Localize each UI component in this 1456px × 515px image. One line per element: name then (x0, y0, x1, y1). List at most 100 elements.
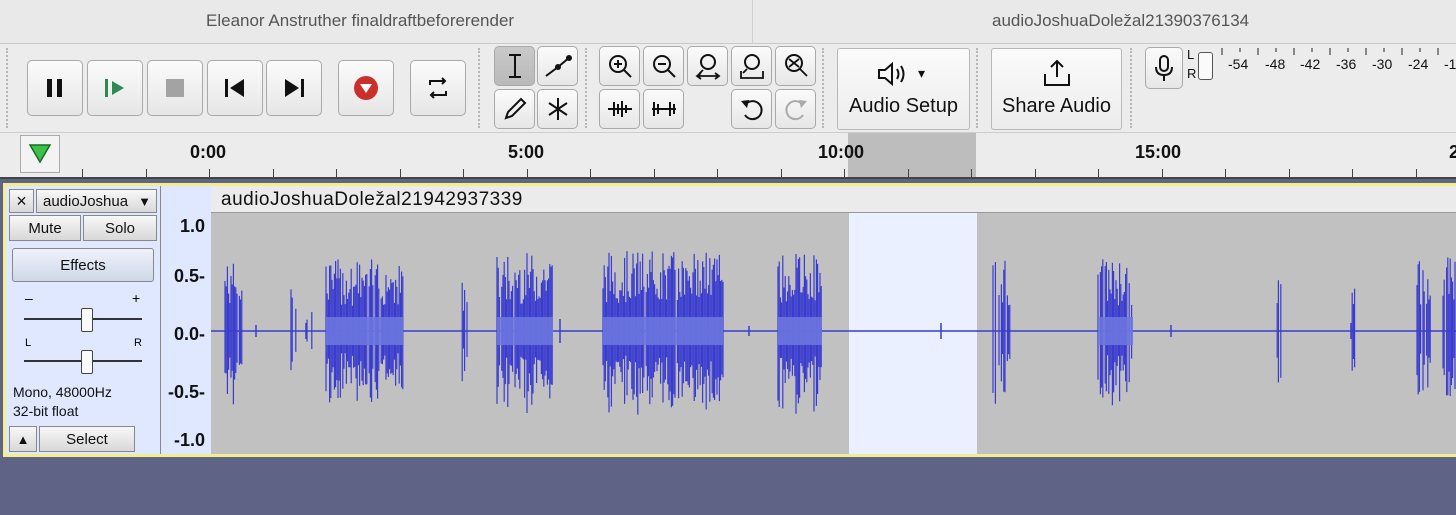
timeline-label: 2 (1449, 142, 1456, 162)
timeline-tick (527, 169, 528, 177)
gain-slider[interactable] (24, 308, 142, 332)
pan-right-label: R (134, 337, 142, 349)
skip-to-end-button[interactable] (266, 60, 322, 116)
undo-button[interactable] (731, 89, 772, 129)
zoom-in-button[interactable] (599, 46, 640, 86)
timeline-label: 10:00 (818, 142, 865, 162)
envelope-tool-button[interactable] (537, 46, 578, 86)
amplitude-scale: 1.0 0.5- 0.0- -0.5- -1.0 (161, 186, 212, 454)
share-icon (1044, 59, 1070, 86)
track-name: audioJoshua (43, 193, 129, 210)
trim-audio-icon (607, 101, 632, 117)
timeline-tick (844, 169, 845, 177)
track-format-info: Mono, 48000Hz (13, 384, 112, 400)
ruler-selection-highlight (848, 133, 976, 177)
play-button[interactable] (87, 60, 143, 116)
zoom-out-button[interactable] (643, 46, 684, 86)
trim-button[interactable] (599, 89, 640, 129)
audio-setup-button[interactable]: ▾ Audio Setup (837, 48, 970, 130)
loop-button[interactable] (410, 60, 466, 116)
timeline-ruler[interactable]: 0:00 5:00 10:00 15:00 2 (0, 133, 1456, 179)
toolbar-grip[interactable] (822, 48, 830, 128)
envelope-icon (544, 55, 572, 77)
timeline-tick (146, 169, 147, 177)
meter-tick-label: -54 (1228, 56, 1249, 72)
toolbar: ▾ Audio Setup Share Audio L R -54 -48 -4… (0, 44, 1456, 133)
timeline-tick (654, 169, 655, 177)
selection-tool-button[interactable] (494, 46, 535, 86)
silence-audio-icon (651, 102, 676, 116)
skip-to-start-button[interactable] (207, 60, 263, 116)
share-audio-button[interactable]: Share Audio (991, 48, 1122, 130)
stop-button[interactable] (147, 60, 203, 116)
silence-button[interactable] (643, 89, 684, 129)
pan-slider[interactable] (24, 350, 142, 374)
title-bar: Eleanor Anstruther finaldraftbeforerende… (0, 0, 1456, 44)
fit-project-icon (739, 54, 764, 79)
i-beam-icon (508, 54, 521, 78)
meter-left-channel: L (1187, 47, 1195, 62)
track-control-panel: × audioJoshua ▼ Mute Solo Effects – + L … (6, 186, 161, 454)
timeline-tick (1289, 169, 1290, 177)
scale-label: -1.0 (173, 430, 205, 450)
gain-slider-handle[interactable] (81, 308, 93, 332)
skip-end-icon (285, 79, 304, 97)
waveform-canvas[interactable] (211, 213, 1456, 454)
redo-button[interactable] (775, 89, 816, 129)
multi-tool-button[interactable] (537, 89, 578, 129)
scale-label: 0.0- (173, 324, 205, 344)
fit-selection-icon (695, 54, 720, 80)
record-meter-button[interactable] (1145, 47, 1183, 89)
zoom-out-icon (652, 55, 676, 78)
toolbar-grip[interactable] (585, 48, 593, 128)
select-track-button[interactable]: Select (39, 426, 135, 452)
pan-slider-handle[interactable] (81, 350, 93, 374)
stop-icon (166, 79, 184, 97)
zoom-toggle-button[interactable] (775, 46, 816, 86)
toolbar-grip[interactable] (976, 48, 984, 128)
waveform (211, 213, 1456, 454)
gain-minus-label: – (25, 290, 33, 306)
timeline-tick (1352, 169, 1353, 177)
title-divider (752, 0, 753, 43)
toolbar-grip[interactable] (6, 48, 14, 128)
empty-track-area[interactable] (0, 461, 1456, 515)
play-head-button[interactable] (20, 135, 60, 173)
timeline-tick (463, 169, 464, 177)
track-name-menu[interactable]: audioJoshua ▼ (36, 189, 157, 213)
clip-title-bar[interactable]: audioJoshuaDoležal21942937339 (211, 186, 1456, 213)
effects-button[interactable]: Effects (12, 248, 154, 282)
timeline-tick (1416, 169, 1417, 177)
toolbar-grip[interactable] (1130, 48, 1138, 128)
mute-button[interactable]: Mute (9, 215, 81, 241)
fit-project-button[interactable] (731, 46, 772, 86)
toolbar-grip[interactable] (478, 48, 486, 128)
gain-plus-label: + (132, 290, 141, 306)
selection-region[interactable] (849, 213, 977, 454)
draw-tool-button[interactable] (494, 89, 535, 129)
timeline-tick (590, 169, 591, 177)
timeline-label: 5:00 (508, 142, 545, 162)
zoom-in-icon (608, 55, 632, 78)
play-icon (105, 79, 124, 97)
record-button[interactable] (338, 60, 394, 116)
pause-icon (47, 79, 62, 97)
solo-button[interactable]: Solo (83, 215, 157, 241)
collapse-track-button[interactable]: ▲ (9, 426, 37, 452)
close-track-button[interactable]: × (9, 189, 34, 213)
loop-icon (429, 77, 447, 99)
pause-button[interactable] (27, 60, 83, 116)
window-title-left: Eleanor Anstruther finaldraftbeforerende… (206, 11, 515, 30)
meter-right-channel: R (1187, 66, 1197, 81)
timeline-tick (1162, 169, 1163, 177)
speaker-icon (878, 61, 905, 87)
chevron-down-icon: ▼ (138, 194, 151, 209)
timeline-tick (209, 169, 210, 177)
meter-slider-handle[interactable] (1198, 52, 1213, 80)
fit-selection-button[interactable] (687, 46, 728, 86)
audio-track: × audioJoshua ▼ Mute Solo Effects – + L … (3, 183, 1456, 457)
microphone-icon (1155, 55, 1173, 81)
meter-tick-label: -36 (1336, 56, 1357, 72)
timeline-tick (82, 169, 83, 177)
audio-setup-label: Audio Setup (849, 95, 958, 117)
